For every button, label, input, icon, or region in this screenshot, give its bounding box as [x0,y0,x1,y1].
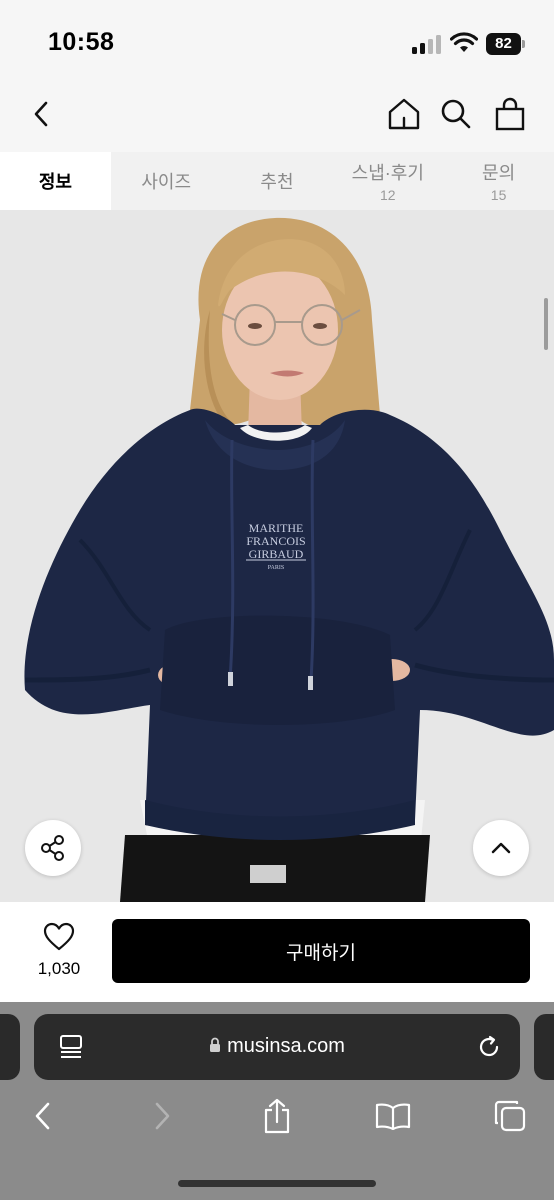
tab-label: 정보 [38,172,72,192]
chevron-left-icon [34,101,48,127]
browser-toolbar: musinsa.com [0,1002,554,1200]
chevron-up-icon [491,842,511,854]
cart-button[interactable] [490,94,530,134]
reload-icon [479,1035,499,1057]
address-bar[interactable]: musinsa.com [34,1014,520,1080]
product-image[interactable]: MARITHE FRANCOIS GIRBAUD PARIS [0,210,554,902]
status-time: 10:58 [48,28,115,56]
logo-line-3: GIRBAUD [249,547,304,561]
cellular-signal-icon [412,34,442,54]
status-bar: 10:58 82 [0,0,554,86]
shopping-bag-icon [495,97,525,131]
bookmarks-button[interactable] [371,1094,415,1138]
tab-snap-review[interactable]: 스냅·후기 12 [332,152,443,210]
search-button[interactable] [436,94,476,134]
browser-share-button[interactable] [255,1094,299,1138]
share-up-icon [264,1098,290,1134]
url-text: musinsa.com [34,1035,520,1058]
back-button[interactable] [22,94,62,134]
logo-line-1: MARITHE [249,521,304,535]
tab-label: 사이즈 [141,172,192,192]
heart-icon [43,922,75,951]
chevron-right-icon [155,1102,170,1130]
tabs-button[interactable] [488,1094,532,1138]
tab-label: 문의 [482,163,516,183]
reload-button[interactable] [474,1031,504,1063]
home-button[interactable] [384,94,424,134]
tab-inquiry[interactable]: 문의 15 [443,152,554,210]
tab-recommend[interactable]: 추천 [222,152,333,210]
logo-sub: PARIS [268,565,284,571]
logo-line-2: FRANCOIS [246,534,305,548]
tabs-icon [494,1100,526,1132]
tab-info[interactable]: 정보 [0,152,111,210]
scroll-top-button[interactable] [473,820,529,876]
chevron-left-icon [35,1102,50,1130]
previous-tab-peek[interactable] [0,1014,20,1080]
image-scroll-indicator [544,298,548,350]
model-hoodie-illustration: MARITHE FRANCOIS GIRBAUD PARIS [24,217,554,902]
tab-label: 스냅·후기 [351,163,424,183]
browser-back-button[interactable] [21,1094,65,1138]
lock-icon [210,1037,221,1052]
home-indicator [178,1180,376,1187]
share-button[interactable] [25,820,81,876]
search-icon [441,99,471,129]
tab-size[interactable]: 사이즈 [111,152,222,210]
buy-button[interactable]: 구매하기 [112,919,530,983]
battery-level: 82 [486,33,521,55]
wifi-icon [450,32,478,52]
url-label: musinsa.com [227,1035,345,1057]
tab-label: 추천 [260,172,294,192]
product-tabs: 정보 사이즈 추천 스냅·후기 12 문의 15 [0,152,554,210]
next-tab-peek[interactable] [534,1014,554,1080]
battery-icon: 82 [486,33,526,55]
book-icon [375,1103,411,1130]
tab-count: 15 [490,187,507,203]
like-count: 1,030 [37,959,81,978]
top-nav-bar [0,86,554,152]
like-button[interactable]: 1,030 [30,922,88,979]
home-icon [388,98,420,130]
purchase-bar: 1,030 구매하기 [0,902,554,1002]
share-icon [41,835,64,861]
browser-forward-button[interactable] [140,1094,184,1138]
tab-count: 12 [380,187,396,203]
